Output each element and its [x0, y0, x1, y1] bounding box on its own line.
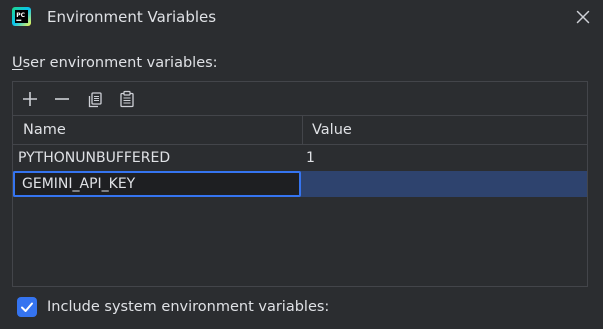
column-header-value[interactable]: Value [312, 116, 352, 144]
window-title: Environment Variables [47, 8, 217, 26]
pycharm-logo-icon: PC [12, 7, 31, 26]
section-label-text: ser environment variables: [22, 55, 218, 71]
checkmark-icon [21, 302, 33, 312]
table-header: Name Value [13, 115, 587, 145]
name-cell-editor[interactable] [13, 171, 301, 197]
remove-button[interactable] [51, 88, 73, 110]
column-divider[interactable] [302, 116, 303, 144]
env-vars-panel: Name Value PYTHONUNBUFFERED 1 [12, 81, 588, 287]
row-value-cell[interactable]: 1 [306, 145, 315, 171]
close-icon[interactable] [575, 9, 591, 25]
row-name-cell[interactable]: PYTHONUNBUFFERED [18, 145, 170, 171]
include-system-checkbox[interactable] [17, 297, 37, 317]
paste-button[interactable] [116, 88, 138, 110]
table-row[interactable]: PYTHONUNBUFFERED 1 [13, 145, 587, 171]
include-system-label: Include system environment variables: [47, 299, 330, 315]
table-toolbar [13, 82, 587, 115]
user-env-vars-label: User environment variables: [12, 53, 218, 73]
mnemonic-letter: U [12, 55, 23, 71]
minus-icon [55, 98, 69, 100]
column-header-name[interactable]: Name [23, 116, 66, 144]
table-row-selected[interactable] [13, 171, 587, 197]
add-button[interactable] [19, 88, 41, 110]
copy-icon [88, 92, 102, 108]
plus-icon [23, 92, 37, 106]
paste-icon [120, 90, 134, 108]
copy-button[interactable] [84, 88, 106, 110]
title-bar: PC Environment Variables [0, 0, 603, 36]
svg-text:PC: PC [16, 12, 25, 19]
